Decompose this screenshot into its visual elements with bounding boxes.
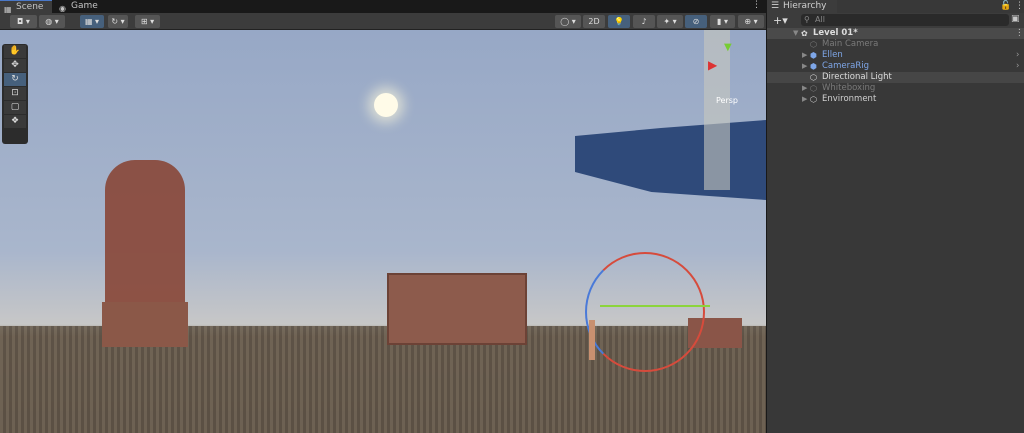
editor-tabs: ▦ Scene ◉ Game ⋮ [0, 0, 766, 14]
statue-pedestal[interactable] [102, 302, 188, 347]
lock-icon[interactable]: 🔓 [1000, 1, 1011, 11]
sun [374, 93, 398, 117]
unity-scene-icon: ✿ [801, 29, 808, 38]
tab-scene[interactable]: ▦ Scene [0, 0, 52, 14]
scene-menu-icon[interactable]: ⋮ [1015, 28, 1024, 39]
orientation-gizmo[interactable]: ▶ ▼ [700, 30, 766, 190]
hierarchy-panel: ☰ Hierarchy 🔓 ⋮ +▾ ⚲ All ▣ ▼ ✿ Level 01* ⋮… [766, 0, 1024, 433]
gameobject-icon: ⬡ [810, 73, 817, 82]
lighting-toggle-icon[interactable]: 💡 [608, 15, 630, 28]
tab-hierarchy[interactable]: ☰ Hierarchy [767, 0, 837, 13]
tools-overlay: ✋ ✥ ↻ ⊡ ▢ ❖ [2, 44, 28, 144]
snap-increment-dropdown[interactable]: ↻ ▾ [108, 15, 128, 28]
tab-game[interactable]: ◉ Game [55, 0, 104, 13]
toggle-2d-button[interactable]: 2D [583, 15, 605, 28]
scene-row[interactable]: ▼ ✿ Level 01* ⋮ [767, 28, 1024, 39]
list-icon: ☰ [771, 1, 780, 11]
more-menu-icon[interactable]: ⋮ [1015, 1, 1024, 11]
more-menu-icon[interactable]: ⋮ [752, 0, 761, 10]
prefab-icon: ⬢ [810, 62, 817, 71]
expand-arrow-icon[interactable]: ▶ [802, 83, 807, 94]
visibility-toggle-icon[interactable]: ⊘ [685, 15, 707, 28]
gizmos-dropdown[interactable]: ⊕ ▾ [738, 15, 764, 28]
global-local-dropdown[interactable]: ◍ ▾ [39, 15, 65, 28]
audio-toggle-icon[interactable]: ♪ [633, 15, 655, 28]
chevron-right-icon[interactable]: › [1016, 61, 1019, 72]
rotation-gizmo[interactable] [585, 252, 705, 372]
move-tool-icon[interactable]: ✥ [4, 59, 26, 72]
rotate-tool-icon[interactable]: ↻ [4, 73, 26, 86]
expand-arrow-icon[interactable]: ▶ [802, 50, 807, 61]
expand-arrow-icon[interactable]: ▶ [802, 94, 807, 105]
scale-tool-icon[interactable]: ⊡ [4, 87, 26, 100]
ruler-dropdown[interactable]: ⊞ ▾ [135, 15, 160, 28]
effects-dropdown[interactable]: ✦ ▾ [657, 15, 683, 28]
stone-block[interactable] [387, 273, 527, 345]
expand-arrow-icon[interactable]: ▶ [802, 61, 807, 72]
gameobject-icon: ⬡ [810, 40, 817, 49]
transform-tool-icon[interactable]: ❖ [4, 115, 26, 128]
list-item[interactable]: ⬡ Main Camera [767, 39, 1024, 50]
add-button[interactable]: +▾ [773, 14, 788, 27]
gameobject-icon: ⬡ [810, 95, 817, 104]
hand-tool-icon[interactable]: ✋ [4, 45, 26, 58]
expand-arrow-icon[interactable]: ▼ [793, 28, 798, 39]
scene-visibility-icon[interactable]: ▣ [1011, 14, 1020, 24]
draw-mode-dropdown[interactable]: ◘ ▾ [10, 15, 37, 28]
list-item[interactable]: ▶ ⬡ Environment [767, 94, 1024, 105]
projection-label[interactable]: Persp [716, 96, 738, 105]
x-axis-cone-icon[interactable]: ▶ [708, 58, 717, 72]
list-item[interactable]: ⬡ Directional Light [767, 72, 1024, 83]
prefab-icon: ⬢ [810, 51, 817, 60]
gameobject-icon: ⬡ [810, 84, 817, 93]
rect-tool-icon[interactable]: ▢ [4, 101, 26, 114]
rotation-gizmo-axis[interactable] [600, 305, 710, 307]
hierarchy-toolbar: +▾ ⚲ All ▣ [767, 13, 1024, 28]
search-icon: ⚲ [804, 15, 810, 24]
list-item[interactable]: ▶ ⬢ Ellen › [767, 50, 1024, 61]
grid-snap-dropdown[interactable]: ▦ ▾ [80, 15, 104, 28]
search-input[interactable]: ⚲ All [801, 14, 1009, 26]
list-item[interactable]: ▶ ⬡ Whiteboxing [767, 83, 1024, 94]
shading-mode-dropdown[interactable]: ◯ ▾ [555, 15, 581, 28]
camera-dropdown[interactable]: ▮ ▾ [710, 15, 735, 28]
scene-viewport[interactable]: ✋ ✥ ↻ ⊡ ▢ ❖ ▶ ▼ Persp [0, 30, 766, 433]
chevron-right-icon[interactable]: › [1016, 50, 1019, 61]
scene-toolbar: ◘ ▾ ◍ ▾ ▦ ▾ ↻ ▾ ⊞ ▾ ◯ ▾ 2D 💡 ♪ ✦ ▾ ⊘ ▮ ▾… [0, 13, 766, 30]
y-axis-cone-icon[interactable]: ▼ [724, 42, 732, 53]
ellen-character[interactable] [589, 320, 595, 360]
list-item[interactable]: ▶ ⬢ CameraRig › [767, 61, 1024, 72]
